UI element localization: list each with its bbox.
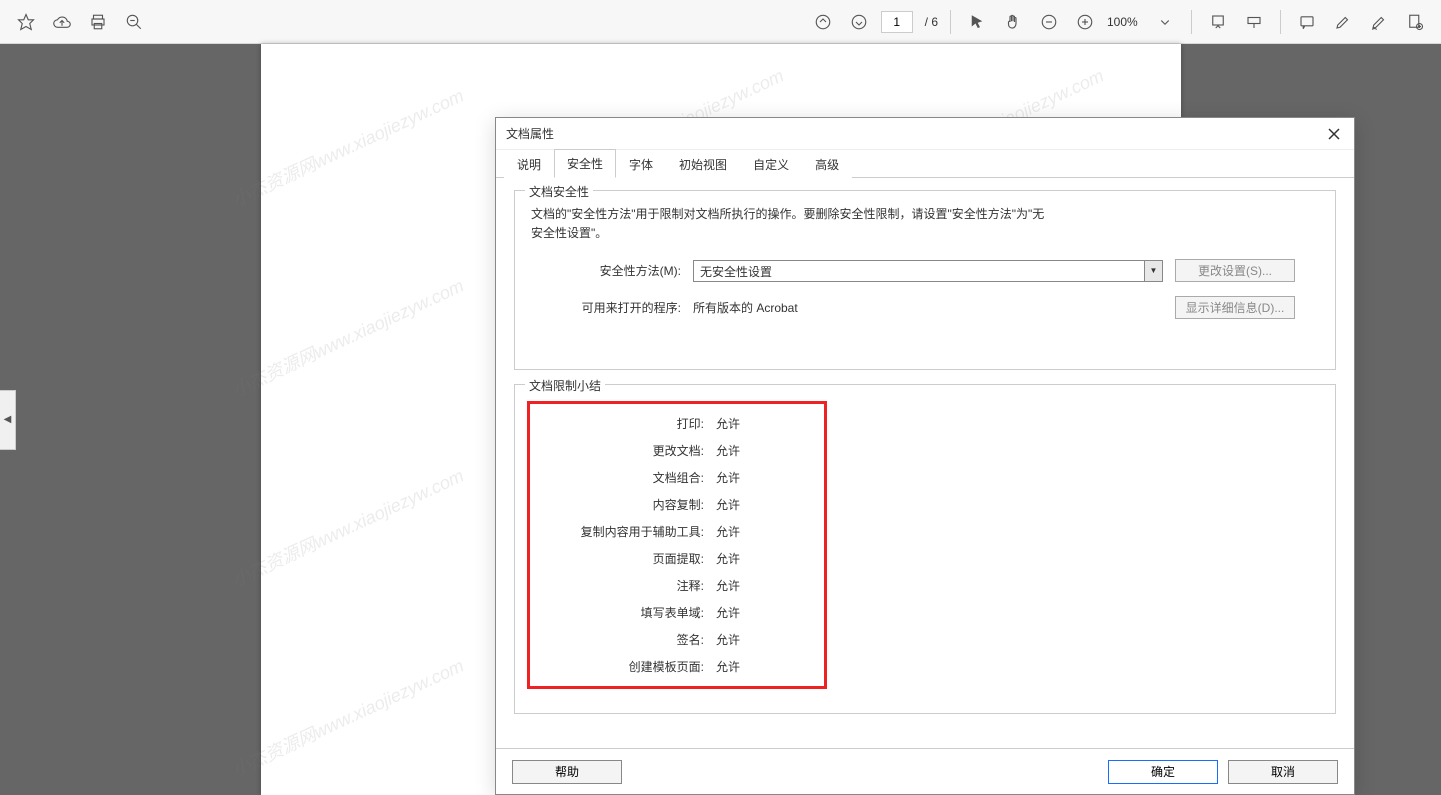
document-restrictions-fieldset: 文档限制小结 打印:允许 更改文档:允许 文档组合:允许 内容复制:允许 复制内… [514, 384, 1336, 714]
watermark: 小杰资源网www.xiaojiezyw.com [227, 272, 467, 403]
star-icon[interactable] [12, 8, 40, 36]
tab-fonts[interactable]: 字体 [616, 150, 666, 178]
restriction-value: 允许 [716, 577, 810, 594]
comment-icon[interactable] [1293, 8, 1321, 36]
show-details-button[interactable]: 显示详细信息(D)... [1175, 296, 1295, 319]
restriction-value: 允许 [716, 442, 810, 459]
restriction-row: 打印: 允许 [544, 410, 810, 437]
security-method-label: 安全性方法(M): [561, 262, 681, 279]
dialog-tabs: 说明 安全性 字体 初始视图 自定义 高级 [496, 150, 1354, 178]
zoom-level-label: 100% [1107, 15, 1143, 29]
restriction-label: 复制内容用于辅助工具: [544, 523, 704, 540]
chevron-down-icon[interactable]: ▼ [1145, 260, 1163, 282]
reflow-icon[interactable] [1240, 8, 1268, 36]
select-tool-icon[interactable] [963, 8, 991, 36]
dialog-footer: 帮助 确定 取消 [496, 748, 1354, 794]
dialog-body: 文档安全性 文档的"安全性方法"用于限制对文档所执行的操作。要删除安全性限制，请… [496, 178, 1354, 748]
restriction-value: 允许 [716, 415, 810, 432]
restriction-value: 允许 [716, 496, 810, 513]
ok-button[interactable]: 确定 [1108, 760, 1218, 784]
prev-page-icon[interactable] [809, 8, 837, 36]
zoom-out-search-icon[interactable] [120, 8, 148, 36]
cloud-upload-icon[interactable] [48, 8, 76, 36]
help-button[interactable]: 帮助 [512, 760, 622, 784]
hand-tool-icon[interactable] [999, 8, 1027, 36]
restriction-row: 复制内容用于辅助工具: 允许 [544, 518, 810, 545]
restriction-value: 允许 [716, 523, 810, 540]
restriction-label: 文档组合: [544, 469, 704, 486]
tab-security[interactable]: 安全性 [554, 149, 616, 178]
restriction-row: 创建模板页面: 允许 [544, 653, 810, 680]
open-with-value: 所有版本的 Acrobat [693, 299, 1163, 316]
watermark: 小杰资源网www.xiaojiezyw.com [227, 652, 467, 783]
tab-advanced[interactable]: 高级 [802, 150, 852, 178]
restriction-value: 允许 [716, 658, 810, 675]
restriction-label: 更改文档: [544, 442, 704, 459]
restrictions-legend: 文档限制小结 [525, 377, 605, 394]
restriction-row: 页面提取: 允许 [544, 545, 810, 572]
restriction-row: 更改文档: 允许 [544, 437, 810, 464]
open-with-label: 可用来打开的程序: [561, 299, 681, 316]
security-legend: 文档安全性 [525, 183, 593, 200]
zoom-dropdown-icon[interactable] [1151, 8, 1179, 36]
restriction-label: 页面提取: [544, 550, 704, 567]
watermark: 小杰资源网www.xiaojiezyw.com [227, 462, 467, 593]
restriction-value: 允许 [716, 604, 810, 621]
restriction-label: 打印: [544, 415, 704, 432]
sign-icon[interactable] [1365, 8, 1393, 36]
document-properties-dialog: 文档属性 说明 安全性 字体 初始视图 自定义 高级 文档安全性 文档的"安全性… [495, 117, 1355, 795]
restriction-label: 内容复制: [544, 496, 704, 513]
security-method-select[interactable]: 无安全性设置 [693, 260, 1145, 282]
tab-description[interactable]: 说明 [504, 150, 554, 178]
restriction-row: 内容复制: 允许 [544, 491, 810, 518]
restriction-value: 允许 [716, 550, 810, 567]
highlight-icon[interactable] [1329, 8, 1357, 36]
page-total-label: / 6 [925, 15, 938, 29]
restriction-label: 注释: [544, 577, 704, 594]
restrictions-highlight-box: 打印: 允许 更改文档: 允许 文档组合: 允许 内容复制: 允许 复制内容用于辅助工具… [527, 401, 827, 689]
print-icon[interactable] [84, 8, 112, 36]
page-number-input[interactable] [881, 11, 913, 33]
security-description: 文档的"安全性方法"用于限制对文档所执行的操作。要删除安全性限制，请设置"安全性… [531, 205, 1051, 243]
restriction-label: 创建模板页面: [544, 658, 704, 675]
edit-page-icon[interactable] [1401, 8, 1429, 36]
tab-initial-view[interactable]: 初始视图 [666, 150, 740, 178]
restriction-row: 注释: 允许 [544, 572, 810, 599]
tab-custom[interactable]: 自定义 [740, 150, 802, 178]
fit-width-icon[interactable] [1204, 8, 1232, 36]
zoom-out-icon[interactable] [1035, 8, 1063, 36]
dialog-titlebar: 文档属性 [496, 118, 1354, 150]
main-toolbar: / 6 100% [0, 0, 1441, 44]
watermark: 小杰资源网www.xiaojiezyw.com [227, 82, 467, 213]
restriction-value: 允许 [716, 469, 810, 486]
sidebar-toggle[interactable]: ◀ [0, 390, 16, 450]
cancel-button[interactable]: 取消 [1228, 760, 1338, 784]
restriction-row: 填写表单域: 允许 [544, 599, 810, 626]
close-icon[interactable] [1324, 124, 1344, 144]
restriction-value: 允许 [716, 631, 810, 648]
restriction-label: 填写表单域: [544, 604, 704, 621]
restriction-row: 文档组合: 允许 [544, 464, 810, 491]
zoom-in-icon[interactable] [1071, 8, 1099, 36]
change-settings-button[interactable]: 更改设置(S)... [1175, 259, 1295, 282]
next-page-icon[interactable] [845, 8, 873, 36]
restriction-row: 签名: 允许 [544, 626, 810, 653]
restriction-label: 签名: [544, 631, 704, 648]
document-security-fieldset: 文档安全性 文档的"安全性方法"用于限制对文档所执行的操作。要删除安全性限制，请… [514, 190, 1336, 370]
dialog-title: 文档属性 [506, 125, 554, 142]
